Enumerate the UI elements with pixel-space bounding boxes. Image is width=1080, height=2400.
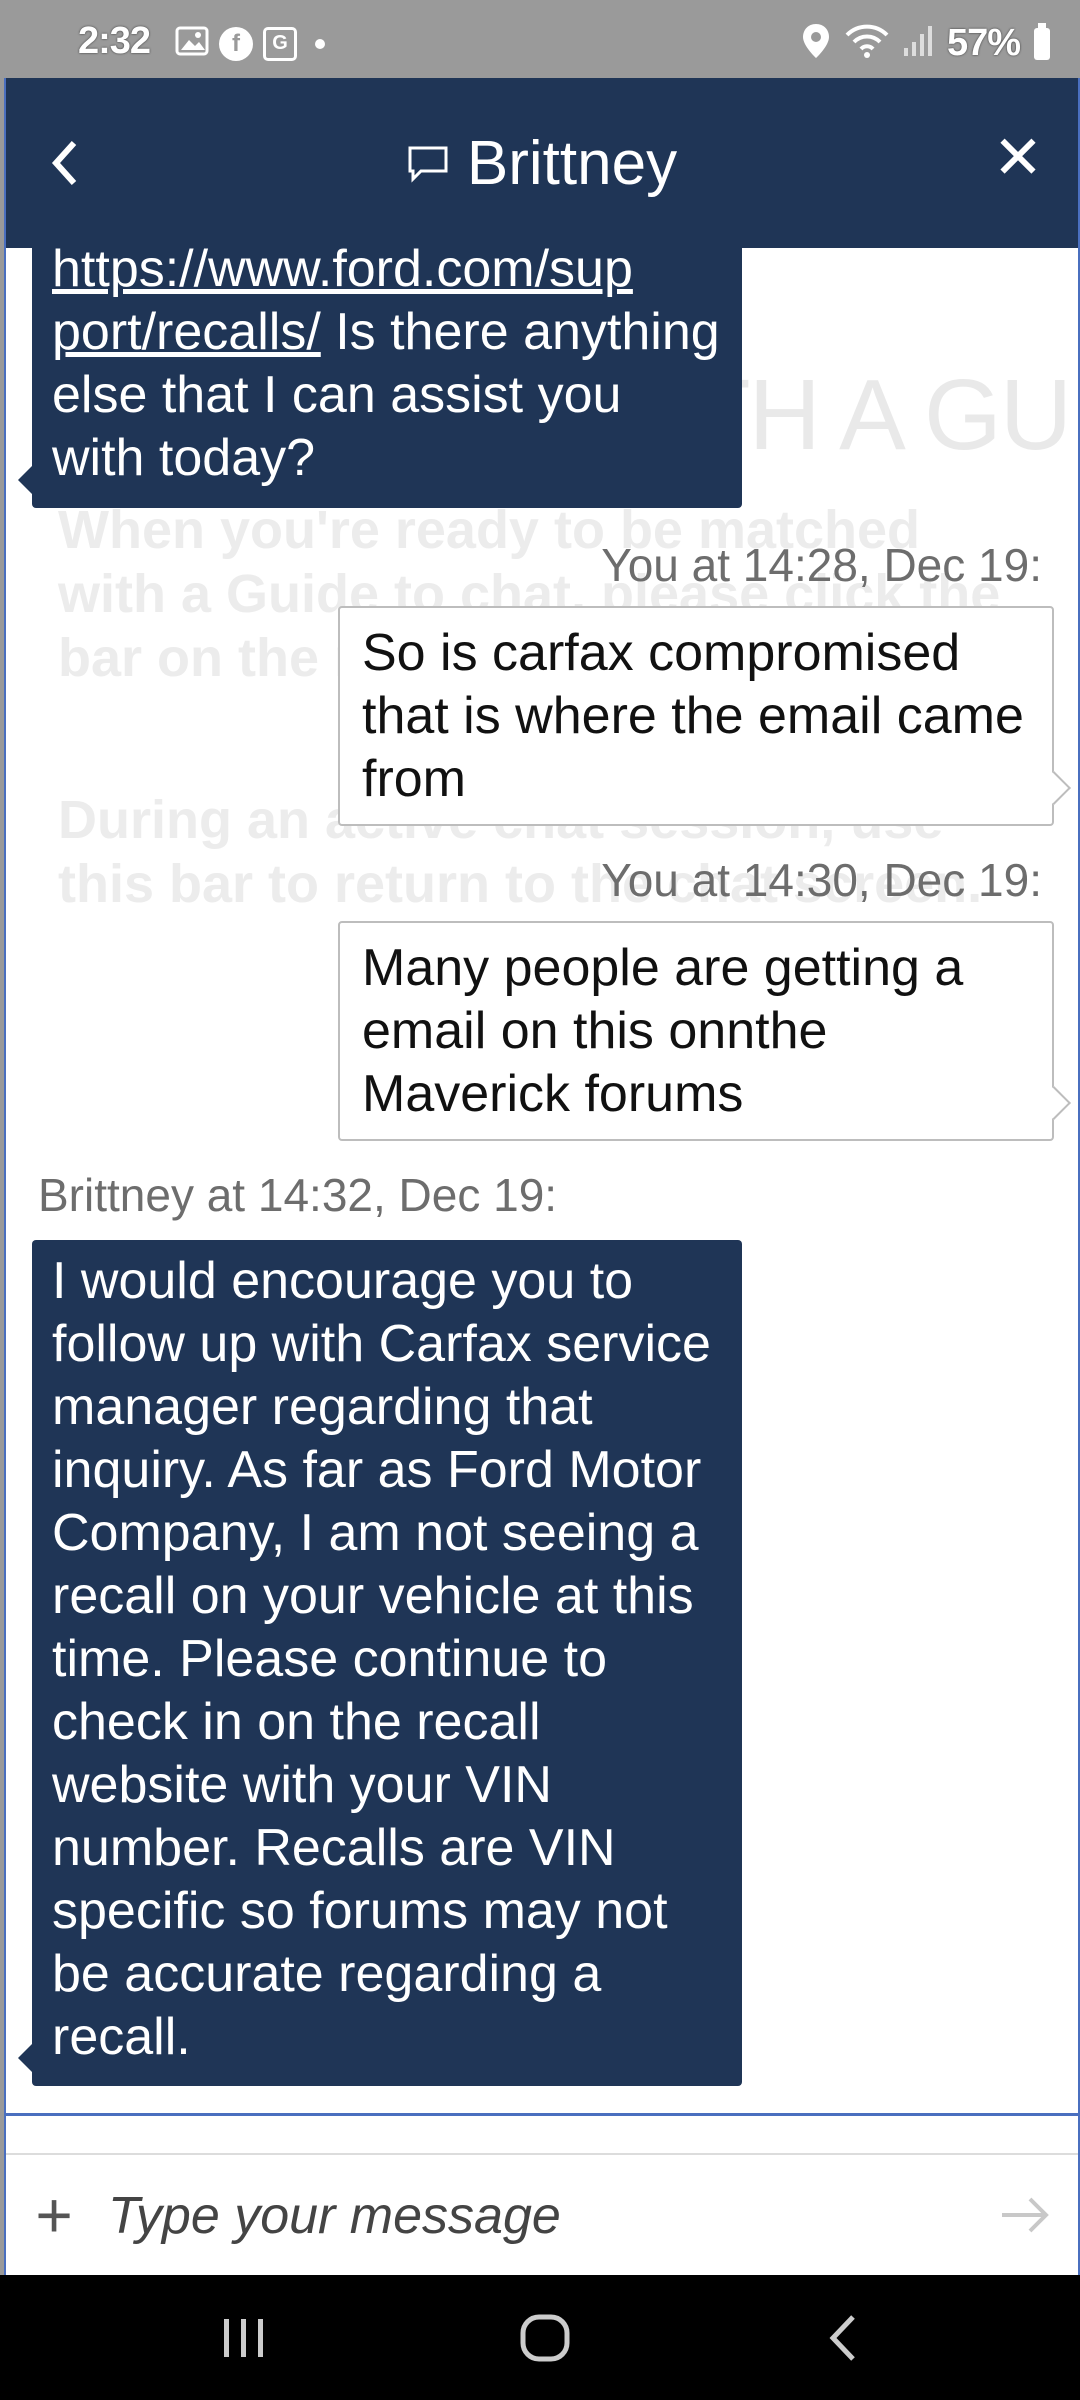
recent-apps-icon[interactable] <box>214 2313 274 2363</box>
chat-title-text: Brittney <box>466 129 678 198</box>
add-attachment-button[interactable]: + <box>34 2183 74 2247</box>
image-icon <box>175 24 209 63</box>
chat-bubble-icon <box>407 127 449 198</box>
wifi-icon <box>845 23 889 64</box>
message-input-bar: + <box>6 2153 1078 2275</box>
agent-message: https://www.ford.com/sup port/recalls/ I… <box>18 248 742 508</box>
message-meta: You at 14:28, Dec 19: <box>601 539 1042 591</box>
status-bar: 2:32 f G 57% <box>0 0 1080 78</box>
close-icon[interactable]: ✕ <box>988 128 1048 188</box>
send-arrow-icon[interactable] <box>1000 2195 1050 2235</box>
message-area[interactable]: LIVE CHAT WITH A GUIDE When you're ready… <box>6 248 1078 2113</box>
g-app-icon: G <box>263 26 297 61</box>
location-icon <box>801 22 831 65</box>
chat-title: Brittney <box>6 128 1078 199</box>
status-time: 2:32 <box>78 20 151 62</box>
agent-message: I would encourage you to follow up with … <box>18 1240 742 2086</box>
notification-icons: f G <box>175 24 325 63</box>
chat-header: Brittney ✕ <box>6 78 1078 248</box>
facebook-icon: f <box>219 26 253 61</box>
user-message: So is carfax compromised that is where t… <box>338 606 1054 826</box>
signal-icon <box>903 24 933 63</box>
chat-window: Brittney ✕ LIVE CHAT WITH A GUIDE When y… <box>4 78 1080 2275</box>
message-input[interactable] <box>106 2180 960 2252</box>
back-icon[interactable] <box>815 2313 875 2363</box>
dot-icon <box>315 38 325 49</box>
navigation-bar <box>0 2275 1080 2400</box>
user-message: Many people are getting a email on this … <box>338 921 1054 1141</box>
message-meta: You at 14:30, Dec 19: <box>601 854 1042 906</box>
home-icon[interactable] <box>515 2313 575 2363</box>
battery-percent: 57% <box>946 22 1021 64</box>
message-meta: Brittney at 14:32, Dec 19: <box>38 1169 558 1221</box>
divider <box>6 2113 1078 2116</box>
status-right: 57% <box>801 22 1050 65</box>
battery-icon <box>1034 22 1050 60</box>
